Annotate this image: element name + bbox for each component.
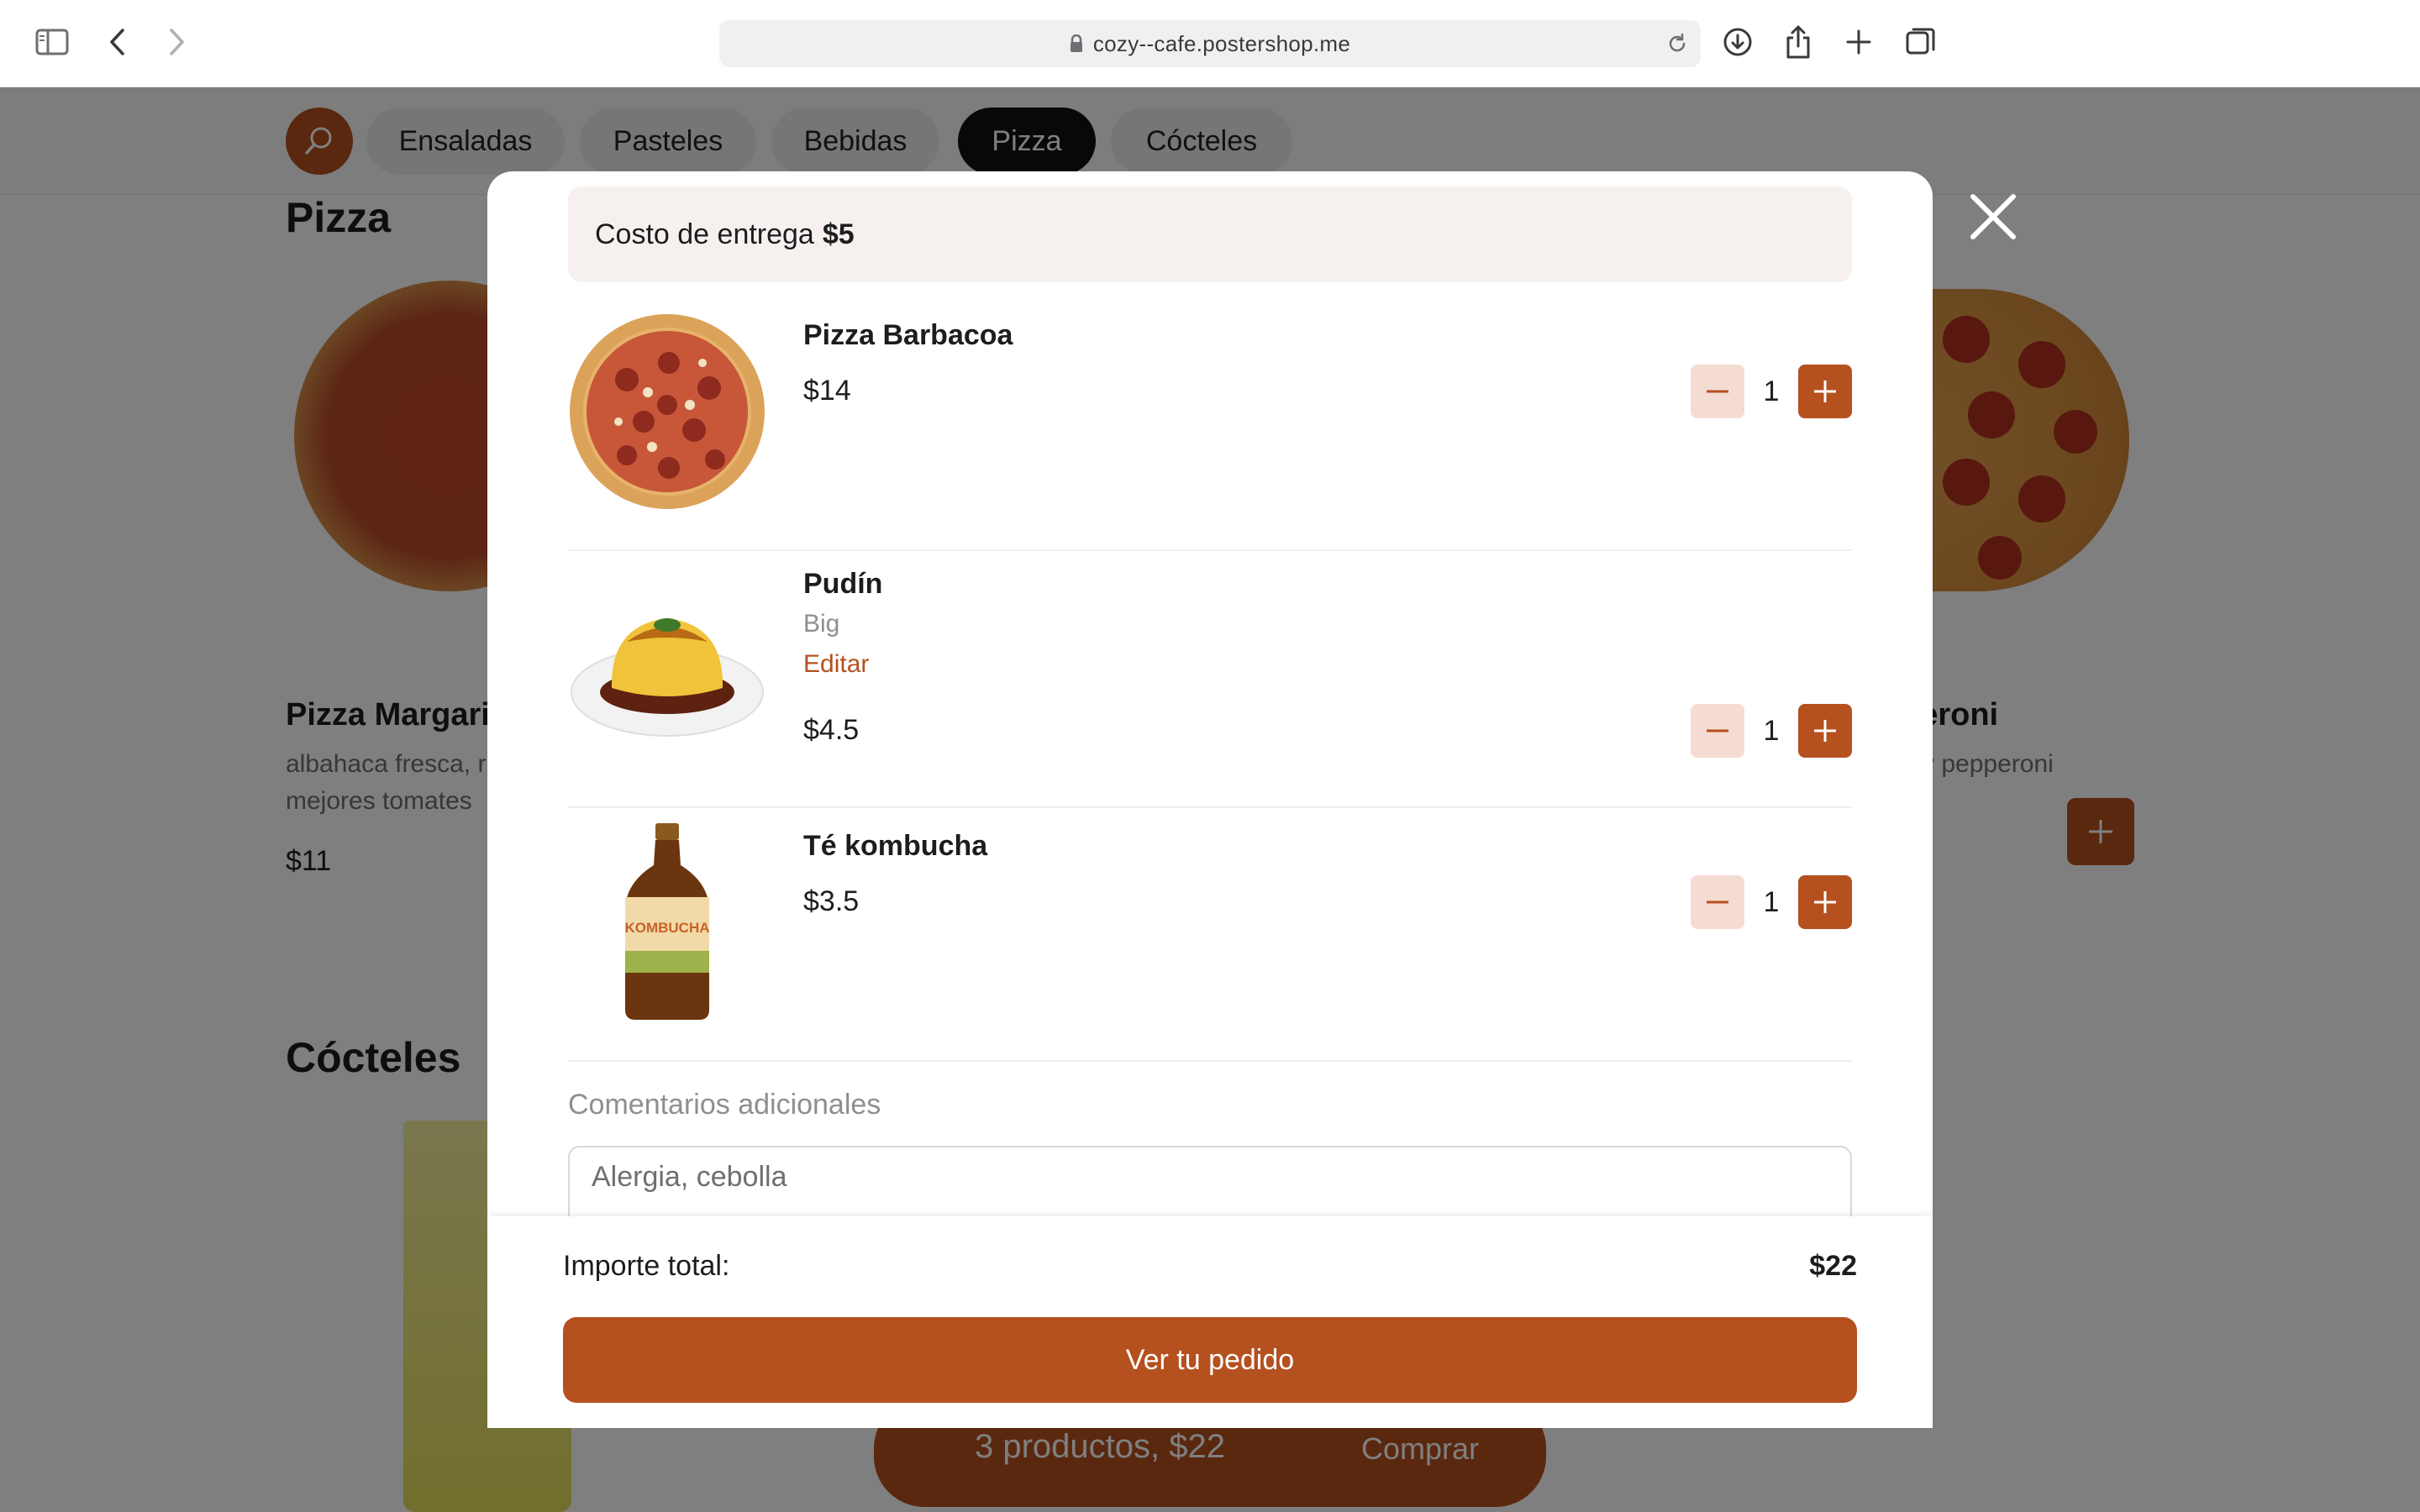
plus-icon — [1814, 891, 1836, 913]
item-price: $3.5 — [803, 885, 860, 917]
plus-icon — [1814, 720, 1836, 742]
delivery-cost-label: Costo de entrega — [595, 218, 814, 250]
delivery-cost-value: $5 — [822, 218, 855, 250]
plus-icon — [1814, 381, 1836, 402]
tabs-overview-icon[interactable] — [1904, 25, 1938, 59]
quantity-stepper: 1 — [1691, 875, 1852, 929]
increase-quantity-button[interactable] — [1798, 875, 1852, 929]
minus-icon — [1707, 729, 1728, 732]
cart-modal: Costo de entrega $5 Pizza Barbacoa $14 1 — [487, 171, 1933, 1428]
sidebar-icon[interactable] — [34, 27, 71, 57]
reload-icon[interactable] — [1665, 32, 1689, 60]
decrease-quantity-button[interactable] — [1691, 704, 1744, 758]
item-name: Pizza Barbacoa — [803, 319, 1013, 351]
view-order-button[interactable]: Ver tu pedido — [563, 1317, 1857, 1403]
item-option: Big — [803, 610, 840, 638]
item-name: Pudín — [803, 568, 883, 600]
cart-item: Pudín Big Editar $4.5 1 — [568, 551, 1852, 808]
decrease-quantity-button[interactable] — [1691, 365, 1744, 418]
quantity-stepper: 1 — [1691, 365, 1852, 418]
item-price: $14 — [803, 375, 851, 407]
item-image-kombucha: KOMBUCHA — [568, 823, 766, 1021]
comments-label: Comentarios adicionales — [568, 1089, 881, 1121]
decrease-quantity-button[interactable] — [1691, 875, 1744, 929]
minus-icon — [1707, 390, 1728, 393]
minus-icon — [1707, 900, 1728, 904]
item-image-pudin — [568, 566, 766, 764]
lock-icon — [1070, 34, 1083, 53]
delivery-cost-banner: Costo de entrega $5 — [568, 186, 1852, 282]
item-price: $4.5 — [803, 714, 860, 746]
quantity-value: 1 — [1763, 885, 1780, 918]
edit-item-link[interactable]: Editar — [803, 650, 869, 679]
quantity-stepper: 1 — [1691, 704, 1852, 758]
url-text: cozy--cafe.postershop.me — [1092, 30, 1351, 56]
order-footer: Importe total: $22 Ver tu pedido — [487, 1216, 1933, 1428]
increase-quantity-button[interactable] — [1798, 704, 1852, 758]
total-label: Importe total: — [563, 1250, 730, 1282]
item-name: Té kombucha — [803, 830, 988, 862]
quantity-value: 1 — [1763, 375, 1780, 407]
address-bar[interactable]: cozy--cafe.postershop.me — [719, 20, 1701, 67]
back-icon[interactable] — [104, 27, 129, 57]
item-divider — [568, 1060, 1852, 1062]
increase-quantity-button[interactable] — [1798, 365, 1852, 418]
new-tab-icon[interactable] — [1844, 27, 1874, 57]
cart-item: KOMBUCHA Té kombucha $3.5 1 — [568, 808, 1852, 1062]
cart-item: Pizza Barbacoa $14 1 — [568, 297, 1852, 551]
quantity-value: 1 — [1763, 714, 1780, 747]
forward-icon[interactable] — [165, 27, 190, 57]
download-icon[interactable] — [1721, 25, 1754, 59]
item-image-pizza-barbacoa — [568, 312, 766, 511]
svg-text:KOMBUCHA: KOMBUCHA — [624, 920, 709, 936]
total-value: $22 — [1809, 1250, 1857, 1282]
browser-toolbar: cozy--cafe.postershop.me — [0, 0, 2420, 87]
share-icon[interactable] — [1783, 24, 1813, 60]
close-icon — [1970, 194, 2016, 239]
close-modal-button[interactable] — [1966, 190, 2020, 244]
